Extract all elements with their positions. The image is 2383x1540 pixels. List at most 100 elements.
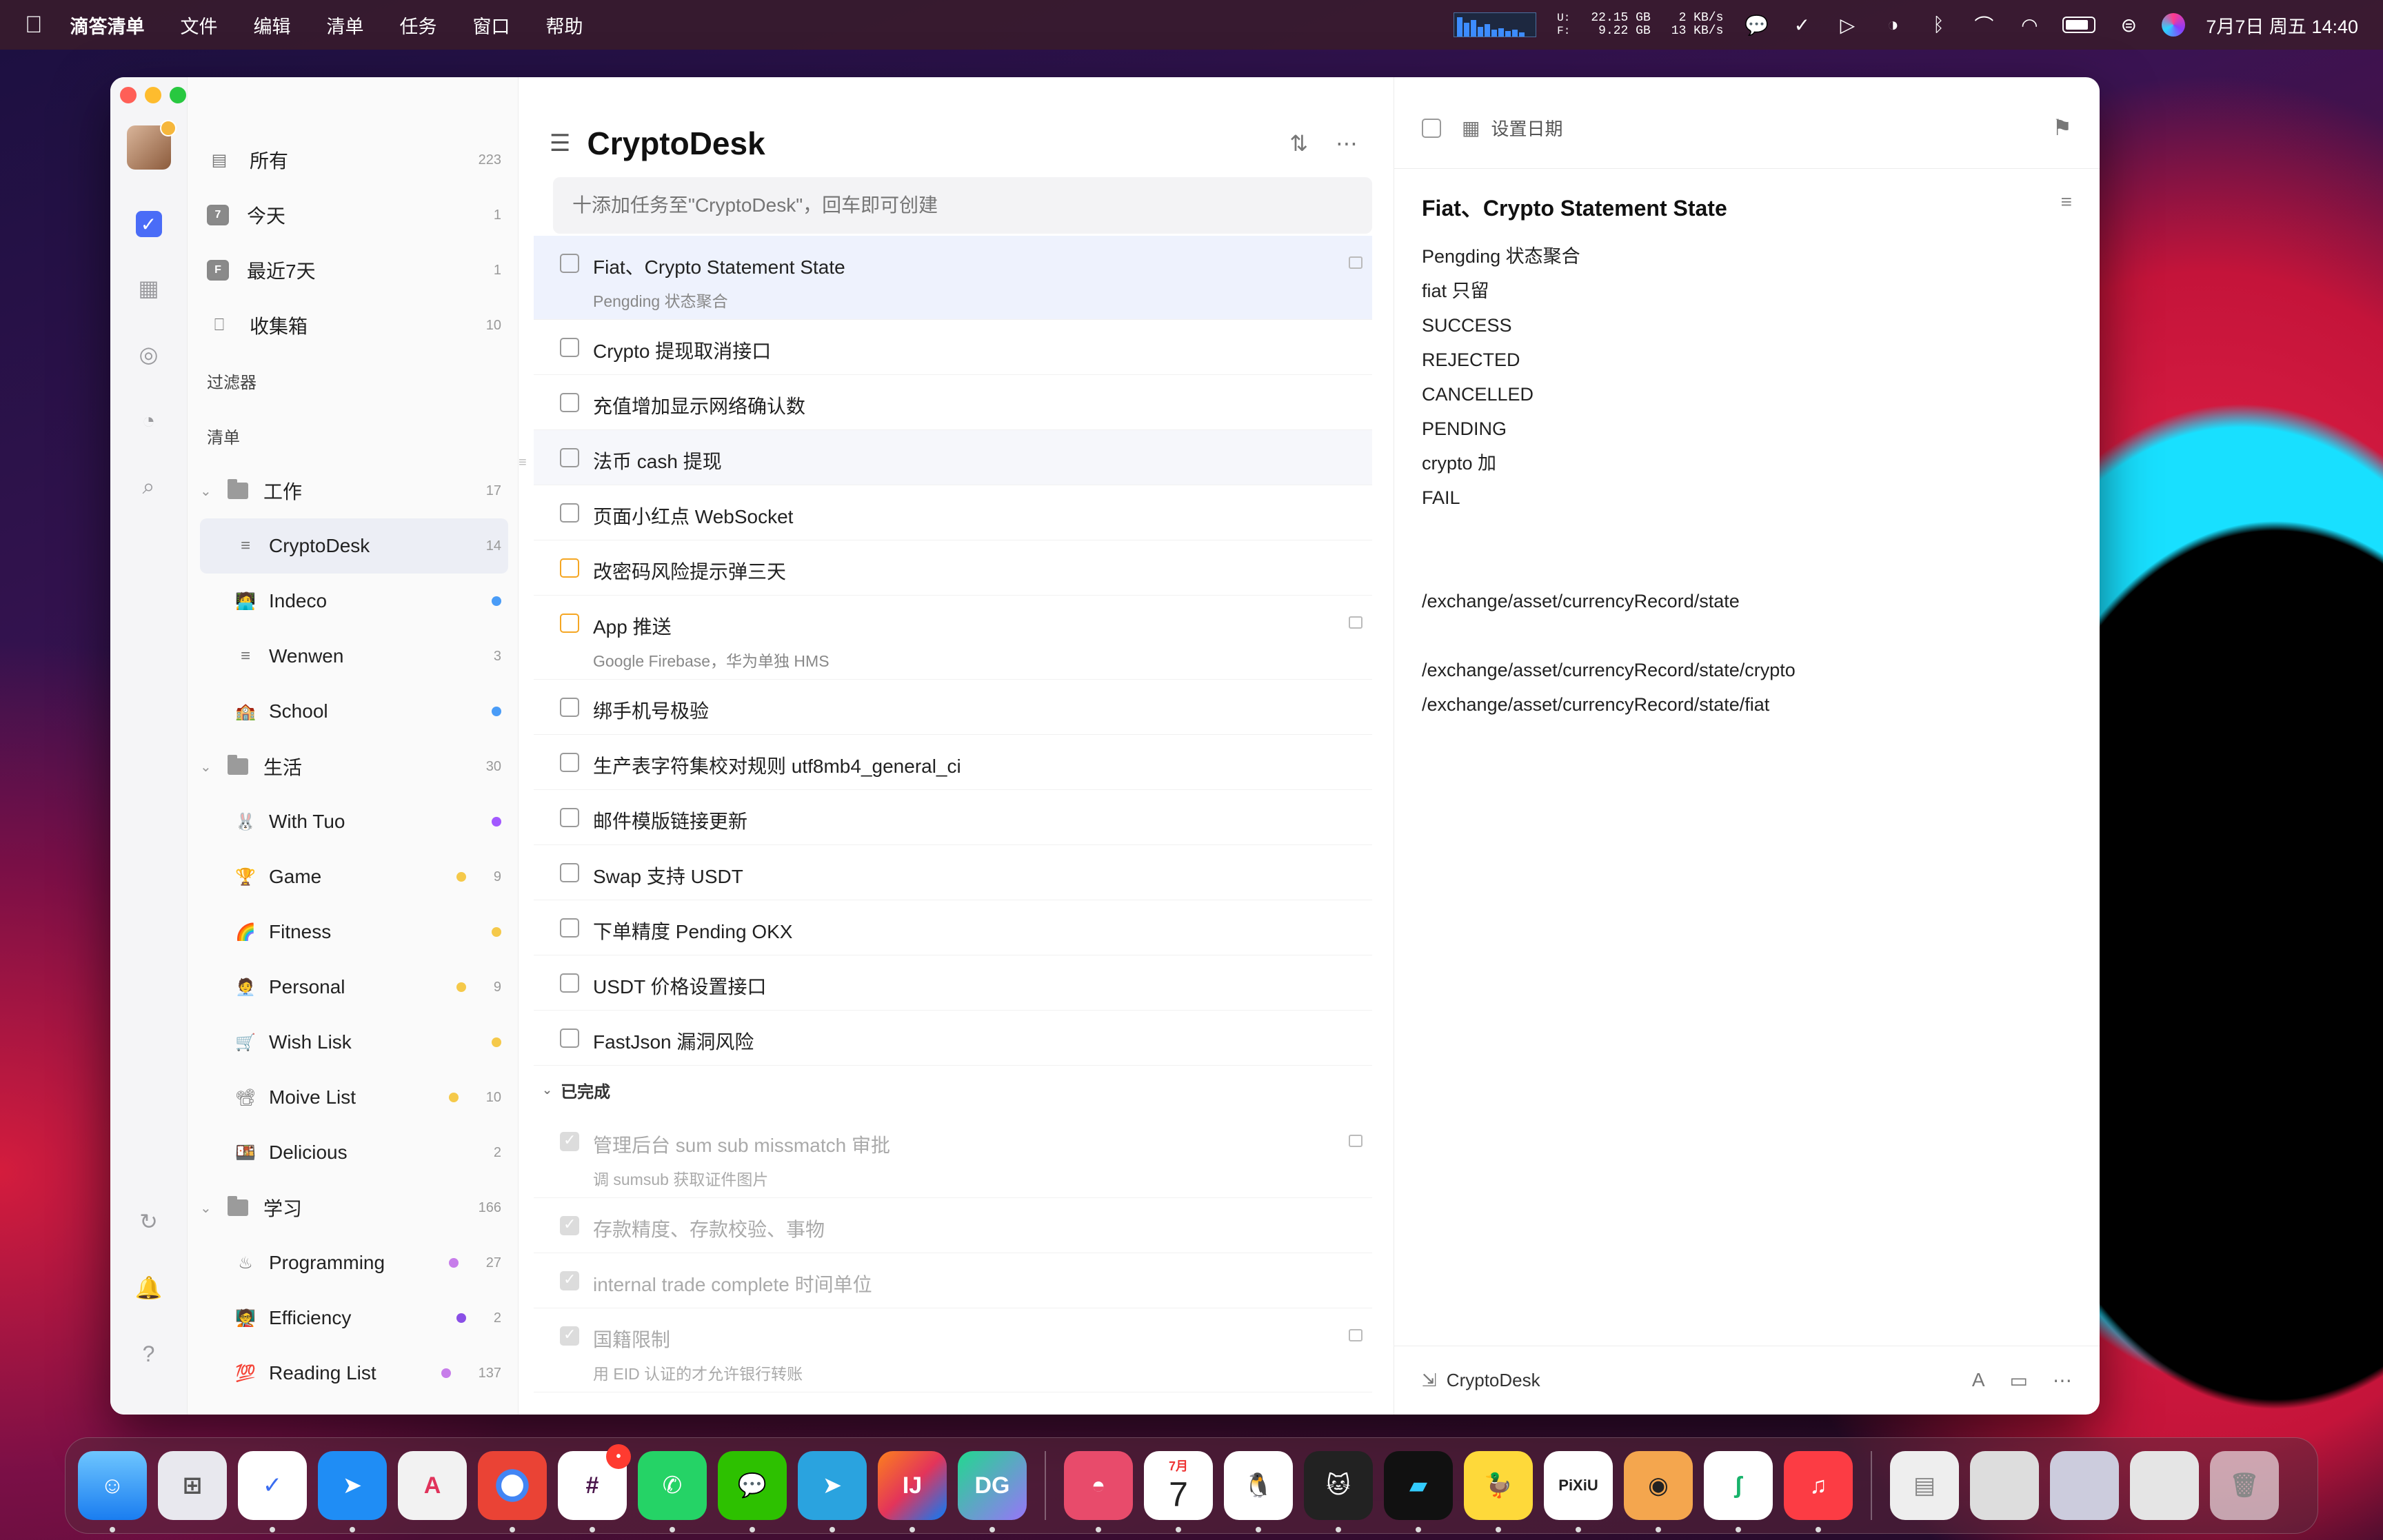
task-row[interactable]: USDT 价格设置接口 [534,955,1372,1011]
music-icon[interactable]: ♫ [1784,1451,1853,1532]
spark-icon[interactable]: ➤ [318,1451,387,1532]
task-checkbox[interactable] [560,393,579,412]
sidebar-item-wish-lisk[interactable]: 🛒 Wish Lisk [200,1015,508,1070]
task-row[interactable]: 邮件模版链接更新 [534,790,1372,845]
task-row[interactable]: Fiat、Crypto Statement State Pengding 状态聚… [534,236,1372,320]
more-icon[interactable]: ⋯ [2053,1369,2072,1392]
sidebar-item-school[interactable]: 🏫 School [200,684,508,739]
priority-flag-icon[interactable]: ⚑ [2052,114,2072,141]
sidebar-item-reading-list[interactable]: 💯 Reading List 137 [200,1346,508,1401]
more-icon[interactable]: ⋯ [1336,130,1358,156]
minimize-button[interactable] [145,87,161,103]
slack-icon[interactable]: # • [558,1444,631,1532]
folder-life[interactable]: ⌄ 生活 30 [200,739,508,794]
apple-menu-icon[interactable]:  [25,12,43,39]
completed-task-row[interactable]: 存款精度、存款校验、事物 [534,1198,1372,1253]
search-icon[interactable]: ⌕ [134,472,164,502]
sort-icon[interactable]: ⇅ [1289,130,1308,156]
task-row[interactable]: 下单精度 Pending OKX [534,900,1372,955]
task-checkbox[interactable] [560,753,579,772]
task-row[interactable]: 页面小红点 WebSocket [534,485,1372,540]
task-title[interactable]: 法币 cash 提现 [593,447,722,474]
task-checkbox[interactable] [560,1270,579,1290]
sidebar-item-inbox[interactable]: ⎕ 收集箱 10 [200,298,508,353]
completed-task-row[interactable]: 管理后台 sum sub missmatch 审批 调 sumsub 获取证件图… [534,1114,1372,1198]
task-title[interactable]: USDT 价格设置接口 [593,972,767,1000]
sidebar-item-programming[interactable]: ♨ Programming 27 [200,1235,508,1290]
app-menu[interactable]: 滴答清单 [70,12,145,39]
task-row[interactable]: Crypto 提现取消接口 [534,320,1372,375]
task-checkbox[interactable] [560,918,579,938]
task-title[interactable]: 下单精度 Pending OKX [593,917,792,944]
sidebar-item-today[interactable]: 7 今天 1 [200,188,508,243]
habit-icon[interactable]: ◎ [134,339,164,369]
lists-section[interactable]: 清单 [200,408,508,463]
minimized-window-1[interactable] [1970,1451,2039,1520]
sidebar-item-delicious[interactable]: 🍱 Delicious 2 [200,1125,508,1180]
task-checkbox[interactable] [560,808,579,827]
wifi-icon[interactable]: ◠ [2017,12,2042,37]
airpods-icon[interactable]: ⌒ [1971,12,1996,37]
task-row[interactable]: 生产表字符集校对规则 utf8mb4_general_ci [534,735,1372,790]
task-checkbox[interactable] [560,503,579,523]
sidebar-item-fitness[interactable]: 🌈 Fitness [200,904,508,960]
sync-icon[interactable]: ↻ [134,1206,164,1237]
task-checkbox[interactable] [560,614,579,633]
task-checkbox[interactable] [560,973,579,993]
task-title[interactable]: 绑手机号极验 [593,696,709,724]
folder-work[interactable]: ⌄ 工作 17 [200,463,508,518]
task-checkbox[interactable] [560,698,579,717]
close-button[interactable] [120,87,137,103]
network-stats[interactable]: 2 KB/s 13 KB/s [1671,12,1724,38]
task-checkbox[interactable] [560,863,579,882]
set-date-button[interactable]: 设置日期 [1491,115,1562,141]
avatar[interactable] [126,120,177,170]
description-icon[interactable]: ≡ [2061,191,2072,223]
task-title[interactable]: App 推送 [593,612,829,640]
help-icon[interactable]: ? [134,1339,164,1369]
task-checkbox[interactable] [560,448,579,467]
task-title[interactable]: Fiat、Crypto Statement State [593,252,845,280]
affinity-icon[interactable]: A [398,1451,467,1520]
menu-edit[interactable]: 编辑 [254,12,291,39]
chrome-icon[interactable] [478,1451,547,1532]
menu-help[interactable]: 帮助 [546,12,583,39]
app-shield-icon[interactable]: ◓ [1064,1451,1133,1532]
task-row[interactable]: 改密码风险提示弹三天 [534,540,1372,596]
drag-handle-icon[interactable]: ≡ [519,455,527,471]
task-title[interactable]: 充值增加显示网络确认数 [593,392,805,419]
bell-icon[interactable]: 🔔 [134,1273,164,1303]
task-checkbox[interactable] [560,1131,579,1151]
control-center-icon[interactable]: ⊜ [2116,12,2141,37]
whatsapp-icon[interactable]: ✆ [638,1451,707,1532]
ticktick-status-icon[interactable]: ✓ [1789,12,1814,37]
task-title[interactable]: 生产表字符集校对规则 utf8mb4_general_ci [593,751,961,779]
sidebar-item-game[interactable]: 🏆 Game 9 [200,849,508,904]
screen-app-icon[interactable]: ▰ [1384,1451,1453,1532]
menubar-clock[interactable]: 7月7日 周五 14:40 [2206,12,2358,39]
sidebar-item-efficiency[interactable]: 🧑‍🏫 Efficiency 2 [200,1290,508,1346]
task-title[interactable]: 改密码风险提示弹三天 [593,557,786,585]
minimized-window-2[interactable] [2050,1451,2119,1520]
flow-app-icon[interactable]: ʃ [1704,1451,1773,1532]
task-title[interactable]: 管理后台 sum sub missmatch 审批 [593,1131,890,1158]
detail-content[interactable]: Pengding 状态聚合 fiat 只留 SUCCESS REJECTED C… [1394,223,2100,722]
task-checkbox[interactable] [560,1029,579,1048]
task-title[interactable]: Crypto 提现取消接口 [593,336,771,364]
datagrip-icon[interactable]: DG [958,1451,1027,1532]
task-title[interactable]: 存款精度、存款校验、事物 [593,1215,825,1242]
pixiu-icon[interactable]: PiXiU [1544,1451,1613,1532]
sidebar-item-moive-list[interactable]: 📽 Moive List 10 [200,1070,508,1125]
task-title[interactable]: 页面小红点 WebSocket [593,502,793,529]
play-icon[interactable]: ▷ [1835,12,1860,37]
move-to-list-icon[interactable]: ⇲ [1422,1370,1437,1391]
sidebar-item-all[interactable]: ▤ 所有 223 [200,132,508,188]
menu-window[interactable]: 窗口 [473,12,510,39]
task-row[interactable]: 充值增加显示网络确认数 [534,375,1372,430]
task-title[interactable]: Swap 支持 USDT [593,862,743,889]
task-row[interactable]: 绑手机号极验 [534,680,1372,735]
cat-app-icon[interactable]: 🐱 [1304,1451,1373,1532]
sidebar-item-with-tuo[interactable]: 🐰 With Tuo [200,794,508,849]
completed-section-toggle[interactable]: ⌄ 已完成 [534,1066,1372,1114]
task-checkbox[interactable] [560,558,579,578]
